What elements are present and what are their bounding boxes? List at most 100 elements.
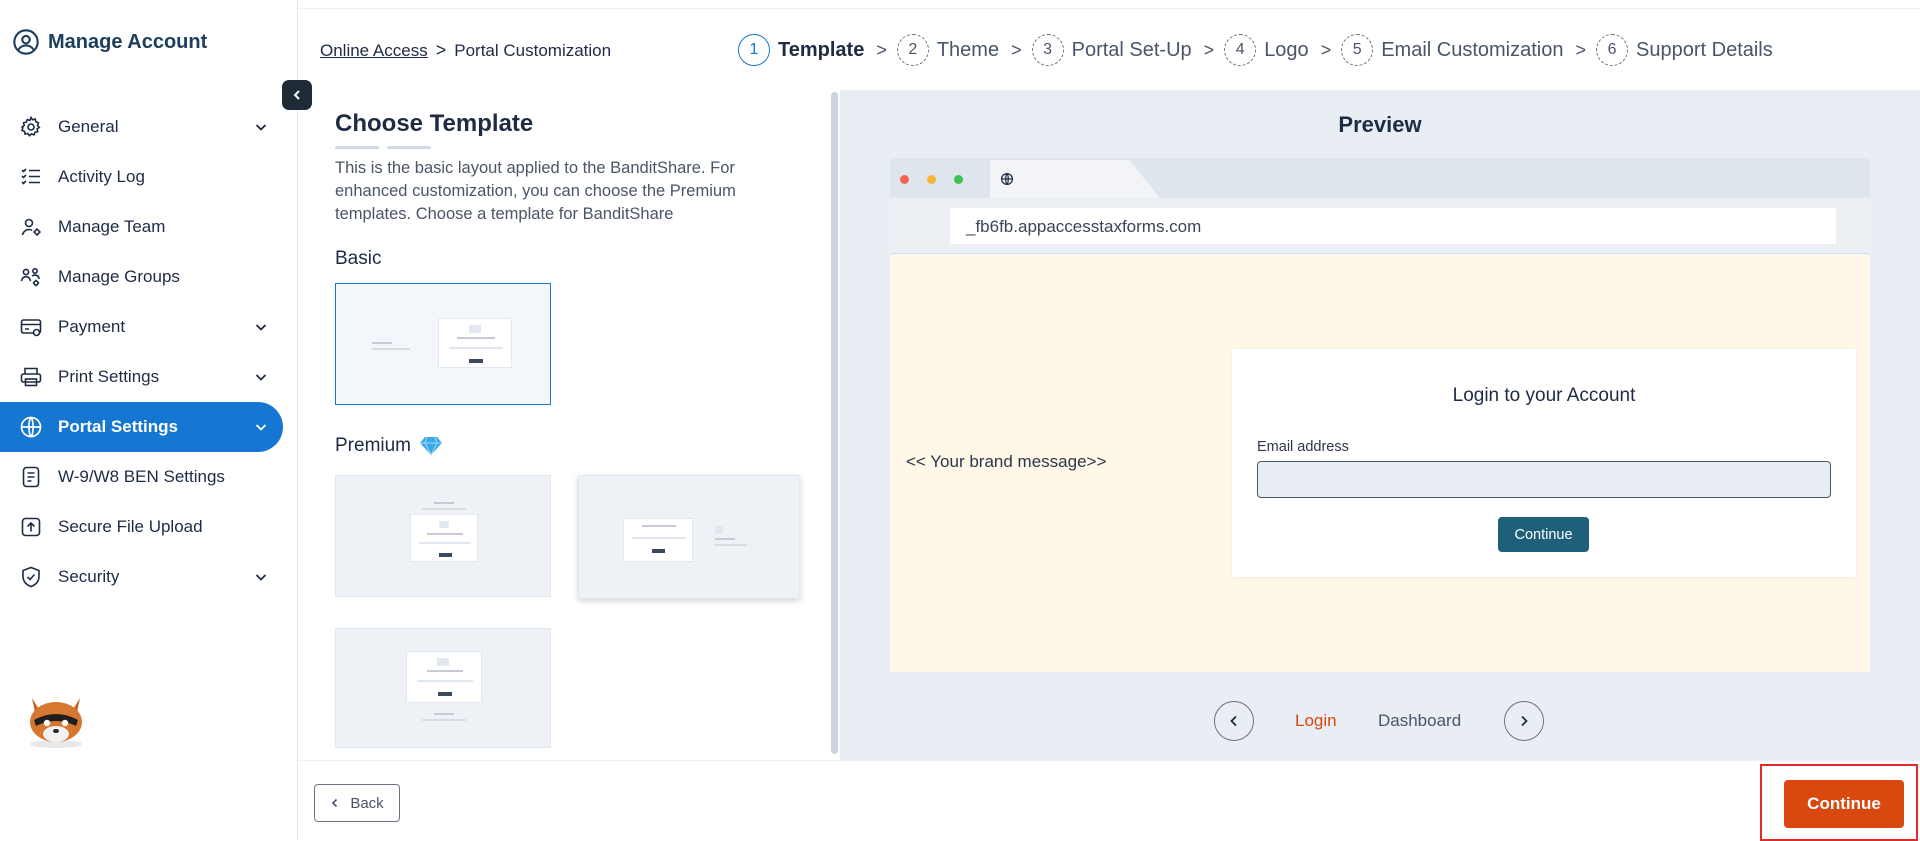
preview-browser-frame: _fb6fb.appaccesstaxforms.com << Your bra… xyxy=(890,158,1870,672)
window-close-dot xyxy=(900,175,909,184)
previous-page-button[interactable] xyxy=(1214,701,1254,741)
preview-continue-button: Continue xyxy=(1498,517,1589,552)
sidebar-item-label: Secure File Upload xyxy=(58,517,203,536)
chevron-right-icon: > xyxy=(876,39,887,60)
title-underline xyxy=(335,146,805,149)
globe-icon xyxy=(18,414,44,440)
chevron-left-icon xyxy=(332,798,338,808)
template-premium-2-thumbnail[interactable] xyxy=(578,475,800,599)
template-premium-3-thumbnail[interactable] xyxy=(335,628,551,748)
sidebar-item-manage-team[interactable]: Manage Team xyxy=(0,202,283,252)
preview-tab-dashboard[interactable]: Dashboard xyxy=(1378,711,1461,731)
checklist-icon xyxy=(18,164,44,190)
document-icon xyxy=(18,464,44,490)
browser-address-bar: _fb6fb.appaccesstaxforms.com xyxy=(890,198,1870,254)
choose-template-title: Choose Template xyxy=(335,110,534,137)
sidebar-item-general[interactable]: General xyxy=(0,102,283,152)
sidebar-item-security[interactable]: Security xyxy=(0,552,283,602)
step-label: Template xyxy=(778,38,865,61)
step-label: Portal Set-Up xyxy=(1071,38,1192,61)
breadcrumb-online-access-link[interactable]: Online Access xyxy=(320,41,428,61)
premium-label: Premium xyxy=(335,435,412,456)
back-button[interactable]: Back xyxy=(314,784,400,822)
breadcrumb: Online Access > Portal Customization xyxy=(320,40,611,61)
window-minimize-dot xyxy=(927,175,936,184)
payment-card-icon xyxy=(18,314,44,340)
shield-icon xyxy=(18,564,44,590)
step-logo[interactable]: 4 Logo > xyxy=(1224,34,1331,66)
printer-icon xyxy=(18,364,44,390)
step-support-details[interactable]: 6 Support Details xyxy=(1596,34,1773,66)
step-theme[interactable]: 2 Theme > xyxy=(896,34,1022,66)
manage-account-header[interactable]: Manage Account xyxy=(12,28,207,56)
step-label: Logo xyxy=(1264,38,1309,61)
browser-tab-bar xyxy=(890,158,1870,198)
email-label: Email address xyxy=(1257,439,1349,455)
user-gear-icon xyxy=(18,214,44,240)
footer-actions: Back Continue xyxy=(298,760,1920,841)
collapse-sidebar-button[interactable] xyxy=(282,80,312,110)
sidebar-item-label: Print Settings xyxy=(58,367,160,386)
preview-login-page: << Your brand message>> Login to your Ac… xyxy=(890,255,1870,672)
globe-icon xyxy=(1000,172,1014,186)
raccoon-mascot-icon xyxy=(30,698,82,748)
sidebar-item-label: W-9/W8 BEN Settings xyxy=(58,467,225,486)
step-number: 1 xyxy=(738,34,770,66)
sidebar-item-label: Payment xyxy=(58,317,126,336)
step-label: Email Customization xyxy=(1381,38,1564,61)
sidebar-item-manage-groups[interactable]: Manage Groups xyxy=(0,252,283,302)
next-page-button[interactable] xyxy=(1504,701,1544,741)
preview-tab-login[interactable]: Login xyxy=(1295,711,1337,731)
sidebar-item-label: Activity Log xyxy=(58,167,145,186)
step-email-customization[interactable]: 5 Email Customization > xyxy=(1341,34,1586,66)
step-label: Support Details xyxy=(1636,38,1773,61)
chevron-down-icon xyxy=(255,324,267,331)
step-number: 2 xyxy=(896,34,929,66)
chevron-right-icon: > xyxy=(1203,39,1215,60)
user-circle-icon xyxy=(13,29,39,55)
template-basic-thumbnail[interactable] xyxy=(335,283,551,405)
sidebar-item-label: Manage Team xyxy=(58,217,166,236)
sidebar-item-label: Portal Settings xyxy=(58,417,178,436)
window-maximize-dot xyxy=(954,175,963,184)
preview-url: _fb6fb.appaccesstaxforms.com xyxy=(950,208,1836,244)
login-card: Login to your Account Email address Cont… xyxy=(1232,349,1856,577)
sidebar-nav: General Activity Log Manage Team Manage … xyxy=(0,102,283,602)
step-progress: 1 Template > 2 Theme > 3 Portal Set-Up >… xyxy=(738,34,1783,66)
chevron-down-icon xyxy=(255,124,267,131)
template-panel-scrollbar[interactable] xyxy=(831,92,838,754)
step-portal-setup[interactable]: 3 Portal Set-Up > xyxy=(1031,34,1215,66)
sidebar-item-w9-settings[interactable]: W-9/W8 BEN Settings xyxy=(0,452,283,502)
chevron-right-icon: > xyxy=(1320,39,1332,60)
step-number: 3 xyxy=(1031,34,1064,66)
template-premium-1-thumbnail[interactable] xyxy=(335,475,551,597)
chevron-right-icon: > xyxy=(1575,39,1587,60)
app-title: Manage Account xyxy=(48,30,208,53)
basic-section-label: Basic xyxy=(335,248,381,270)
choose-template-section: Choose Template This is the basic layout… xyxy=(335,110,805,226)
step-template[interactable]: 1 Template > xyxy=(738,34,887,66)
continue-button[interactable]: Continue xyxy=(1784,780,1904,828)
back-button-label: Back xyxy=(350,794,384,812)
sidebar: Manage Account General Activity Log Mana… xyxy=(0,0,298,840)
step-number: 4 xyxy=(1224,34,1257,66)
chevron-down-icon xyxy=(255,424,267,431)
brand-message: << Your brand message>> xyxy=(906,452,1107,471)
breadcrumb-current: Portal Customization xyxy=(454,40,612,60)
sidebar-item-print-settings[interactable]: Print Settings xyxy=(0,352,283,402)
sidebar-item-label: Manage Groups xyxy=(58,267,180,286)
chevron-right-icon xyxy=(1521,715,1528,727)
breadcrumb-separator: > xyxy=(435,40,447,60)
sidebar-item-payment[interactable]: Payment xyxy=(0,302,283,352)
preview-pager: Login Dashboard xyxy=(1214,701,1544,741)
choose-template-description: This is the basic layout applied to the … xyxy=(335,159,736,223)
step-number: 5 xyxy=(1341,34,1374,66)
sidebar-item-portal-settings[interactable]: Portal Settings xyxy=(0,402,283,452)
sidebar-item-label: Security xyxy=(58,567,120,586)
browser-tab xyxy=(990,160,1160,198)
sidebar-item-activity-log[interactable]: Activity Log xyxy=(0,152,283,202)
gear-icon xyxy=(18,114,44,140)
basic-label: Basic xyxy=(335,248,382,269)
continue-highlight-box: Continue xyxy=(1760,764,1918,841)
sidebar-item-secure-file-upload[interactable]: Secure File Upload xyxy=(0,502,283,552)
